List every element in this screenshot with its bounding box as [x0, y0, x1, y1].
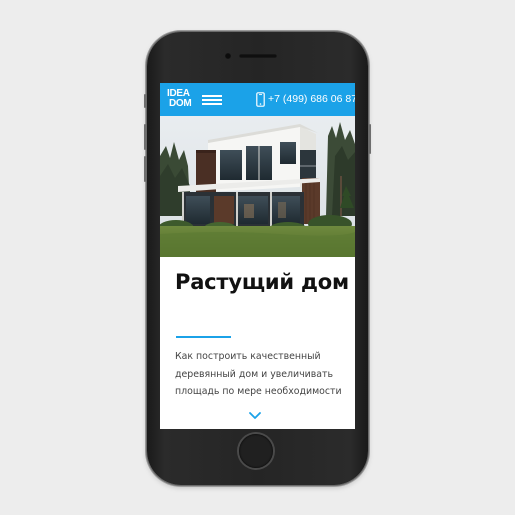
logo-text-line2: DOM	[169, 98, 192, 109]
front-camera-icon	[225, 53, 231, 59]
hero-house-image	[160, 116, 355, 257]
earpiece-speaker	[239, 54, 277, 58]
page-title: Растущий дом	[175, 270, 349, 294]
mute-switch	[144, 94, 146, 108]
hero-text-section: Растущий дом Как построить качественный …	[160, 257, 355, 429]
page-subtitle: Как построить качественный деревянный до…	[175, 351, 342, 397]
volume-down-button	[144, 156, 146, 182]
title-divider	[176, 336, 231, 338]
idea-dom-logo[interactable]: IDEA DOM	[165, 88, 197, 112]
power-button	[369, 124, 371, 154]
hamburger-menu-icon[interactable]	[202, 95, 222, 105]
chevron-down-icon[interactable]	[248, 411, 262, 420]
mockup-stage: IDEA DOM +7 (499) 686 06 87 Растущий дом…	[0, 0, 515, 515]
home-button[interactable]	[239, 434, 273, 468]
phone-screen: IDEA DOM +7 (499) 686 06 87 Растущий дом…	[160, 83, 355, 429]
house-illustration	[160, 116, 355, 257]
site-header: IDEA DOM +7 (499) 686 06 87	[160, 83, 355, 116]
phone-number-link[interactable]: +7 (499) 686 06 87	[268, 93, 355, 105]
volume-up-button	[144, 124, 146, 150]
smartphone-icon	[256, 92, 265, 107]
